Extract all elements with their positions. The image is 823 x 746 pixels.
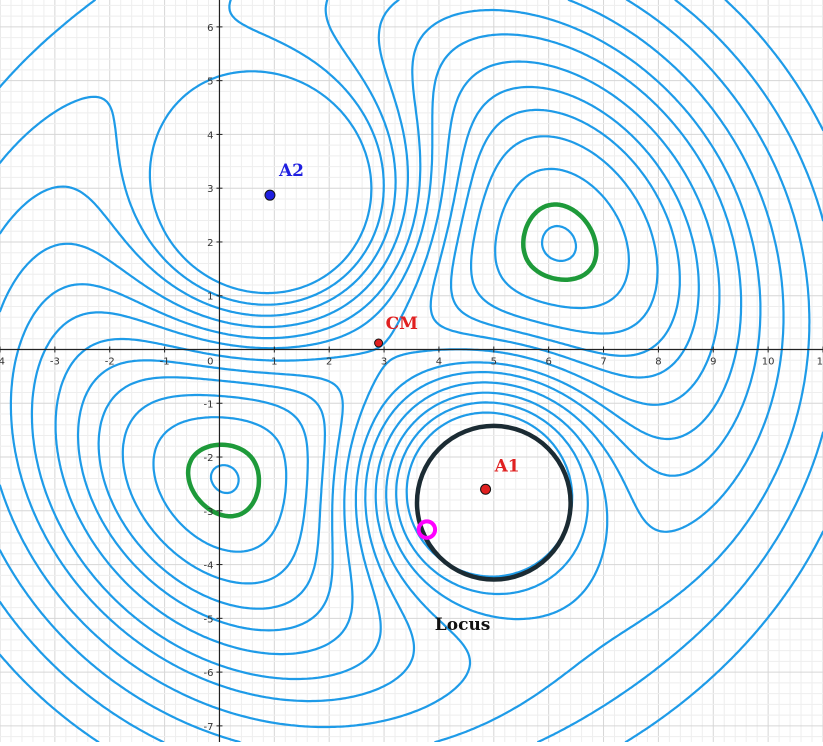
point-a1[interactable] <box>480 483 492 495</box>
label-a1: A1 <box>494 456 520 476</box>
x-tick-label: 3 <box>381 356 387 367</box>
y-tick-label: -6 <box>203 668 213 679</box>
x-tick-label: -1 <box>160 356 170 367</box>
label-a2: A2 <box>278 161 304 181</box>
x-tick-label: 1 <box>271 356 277 367</box>
field-line <box>54 60 721 656</box>
point-cm[interactable] <box>374 338 384 348</box>
y-tick-label: 2 <box>207 238 213 249</box>
x-tick-label: 8 <box>655 356 661 367</box>
point-a2[interactable] <box>264 189 276 201</box>
x-tick-label: -4 <box>0 356 5 367</box>
y-tick-label: 6 <box>207 23 213 34</box>
x-tick-label: -3 <box>50 356 60 367</box>
x-tick-label: -2 <box>105 356 115 367</box>
x-tick-label: 10 <box>762 356 775 367</box>
y-tick-label: -2 <box>203 453 213 464</box>
plot-svg[interactable]: -4 -3 -2 -1 1 2 3 4 5 6 7 8 9 10 11 -7 -6 -5 -4 -3 -2 -1 1 2 3 4 5… <box>0 0 823 744</box>
geometry-canvas[interactable]: -4 -3 -2 -1 1 2 3 4 5 6 7 8 9 10 11 -7 -6 -5 -4 -3 -2 -1 1 2 3 4 5… <box>0 0 823 744</box>
x-tick-label: 2 <box>326 356 332 367</box>
y-tick-label: -3 <box>203 507 213 518</box>
x-tick-label: 5 <box>491 356 497 367</box>
label-locus: Locus <box>435 615 491 635</box>
label-cm: CM <box>386 314 419 334</box>
y-tick-label: 4 <box>207 130 213 141</box>
origin-label: 0 <box>207 356 213 367</box>
x-tick-label: 4 <box>436 356 442 367</box>
x-tick-label: 6 <box>545 356 551 367</box>
y-tick-label: 1 <box>207 292 213 303</box>
y-tick-label: -5 <box>203 614 213 625</box>
x-tick-label: 9 <box>710 356 716 367</box>
y-tick-label: -4 <box>203 561 213 572</box>
y-tick-label: 5 <box>207 77 213 88</box>
x-tick-label: 11 <box>817 356 823 367</box>
y-tick-label: 3 <box>207 184 213 195</box>
x-tick-label: 7 <box>600 356 606 367</box>
y-tick-label: -7 <box>203 722 213 733</box>
y-tick-label: -1 <box>203 399 213 410</box>
